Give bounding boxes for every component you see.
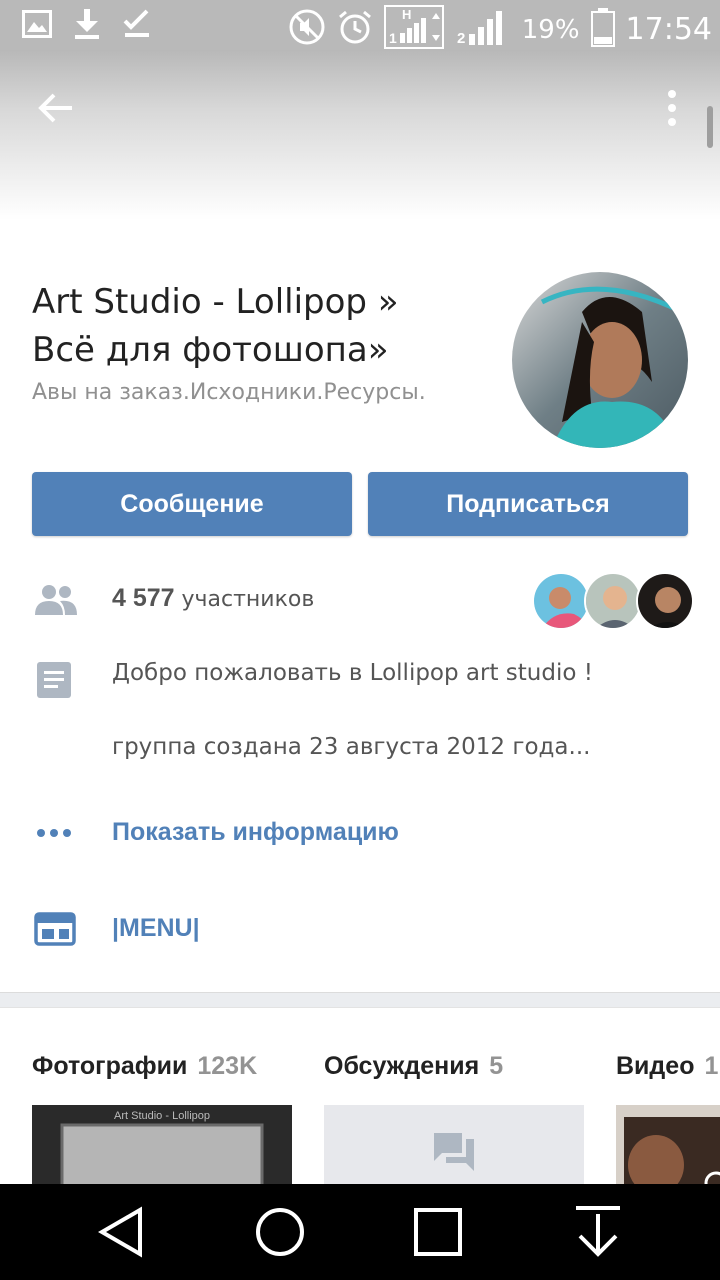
discussions-count: 5 [489,1052,504,1080]
photos-count: 123K [197,1052,258,1080]
subscribe-button[interactable]: Подписаться [368,472,688,536]
discussion-thumbnail[interactable] [324,1105,584,1185]
alarm-icon [336,8,374,51]
square-recents-icon [414,1208,462,1256]
more-button[interactable] [656,86,688,130]
discussion-icon [434,1133,474,1171]
sim2-number: 2 [457,30,465,47]
photos-section-title[interactable]: Фотографии 123K [32,1052,257,1081]
group-name-line1: Art Studio - Lollipop » [32,282,399,322]
download-icon [72,8,102,45]
description-icon [34,660,74,705]
nav-back-button[interactable] [96,1204,156,1260]
videos-title: Видео [616,1052,695,1080]
photo-thumbnail[interactable]: Art Studio - Lollipop [32,1105,292,1185]
navigation-bar [0,1184,720,1280]
discussions-title: Обсуждения [324,1052,480,1080]
nav-home-button[interactable] [250,1204,310,1260]
mute-icon [288,8,326,51]
triangle-back-icon [98,1206,142,1258]
circle-home-icon [256,1208,304,1256]
discussions-section-title[interactable]: Обсуждения 5 [324,1052,503,1081]
nav-recents-button[interactable] [408,1204,468,1260]
photo-thumb-caption: Art Studio - Lollipop [114,1110,210,1122]
description-line1[interactable]: Добро пожаловать в Lollipop art studio ! [112,660,593,686]
arrow-down-bar-icon [576,1206,620,1257]
scroll-indicator[interactable] [707,106,713,148]
description-line2[interactable]: группа создана 23 августа 2012 года... [112,734,590,760]
gallery-icon [22,10,52,43]
status-bar: H 1 2 19% 17:54 [0,0,720,50]
member-avatar [636,572,694,630]
section-divider [0,992,720,1008]
arrow-left-icon [38,93,72,123]
member-avatar [584,572,642,630]
more-vertical-icon [668,90,676,126]
sim1-network-label: H [402,7,411,22]
signal-sim2-icon: 2 [456,7,512,52]
member-avatar [532,572,590,630]
member-avatars[interactable] [532,572,694,630]
members-icon [34,584,78,621]
sim1-number: 1 [389,30,397,46]
battery-icon [590,7,616,52]
menu-icon [34,912,76,951]
message-button[interactable]: Сообщение [32,472,352,536]
nav-notifications-button[interactable] [568,1204,628,1260]
group-avatar[interactable] [512,272,688,448]
group-status: Авы на заказ.Исходники.Ресурсы. [32,380,426,405]
members-count-row[interactable]: 4 577 участников [112,584,314,613]
videos-section-title[interactable]: Видео 1 [616,1052,718,1081]
check-icon [122,9,152,44]
toolbar [0,50,720,220]
more-dots-icon [34,826,74,844]
signal-icon: H 1 [383,5,446,54]
back-button[interactable] [34,86,78,130]
battery-percent: 19% [521,14,580,45]
group-name-line2: Всё для фотошопа» [32,330,389,370]
video-thumbnail[interactable] [616,1105,720,1185]
clock: 17:54 [625,12,712,47]
group-name: Art Studio - Lollipop » Всё для фотошопа… [32,278,472,374]
menu-link[interactable]: |MENU| [112,914,200,943]
photos-title: Фотографии [32,1052,188,1080]
show-info-link[interactable]: Показать информацию [112,818,399,847]
videos-count: 1 [704,1052,719,1080]
members-label: участников [181,587,315,612]
members-count: 4 577 [112,584,175,612]
